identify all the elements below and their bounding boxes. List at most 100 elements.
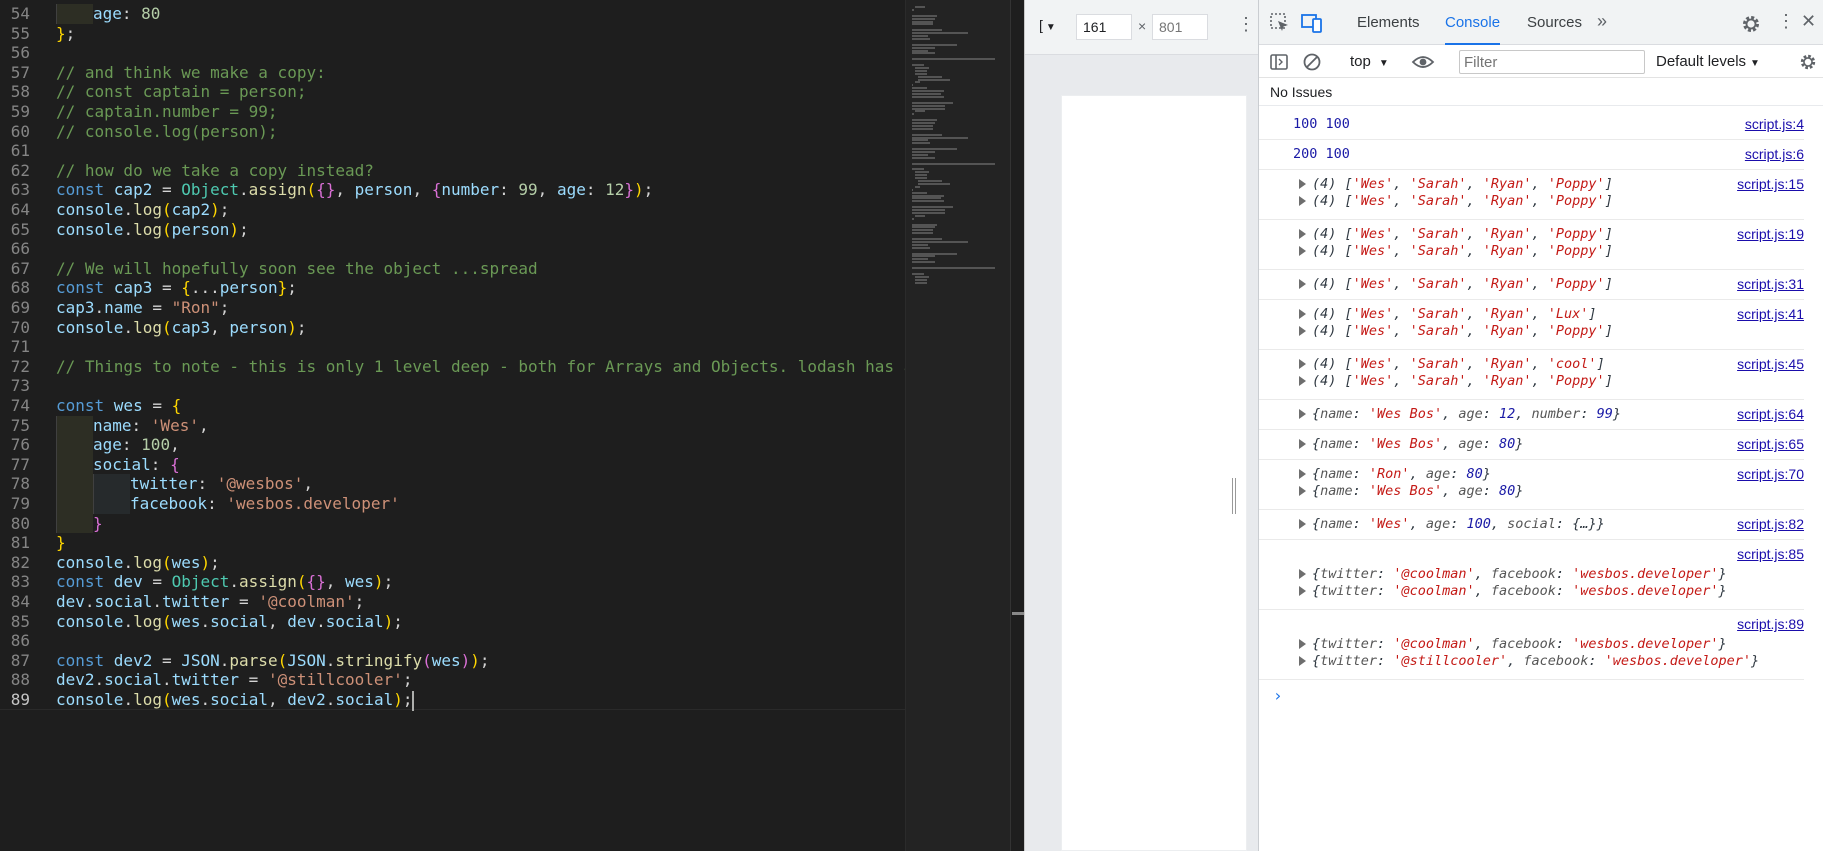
source-link[interactable]: script.js:6 [1745,144,1804,164]
code-line[interactable]: 69 cap3.name = "Ron"; [0,298,905,318]
code-line[interactable]: 73 [0,376,905,396]
code-line[interactable]: 67 // We will hopefully soon see the obje… [0,259,905,279]
log-levels-select[interactable]: Default levels ▼ [1656,53,1760,70]
expand-triangle-icon[interactable] [1299,229,1306,239]
object-preview[interactable]: {twitter: '@stillcooler', facebook: 'wes… [1299,651,1759,671]
expand-triangle-icon[interactable] [1299,569,1306,579]
editor-scrollbar[interactable] [1010,0,1024,851]
array-preview[interactable]: (4) ['Wes', 'Sarah', 'Ryan', 'Poppy'] [1299,191,1613,211]
source-link[interactable]: script.js:15 [1737,174,1804,194]
clear-console-icon[interactable] [1302,52,1322,72]
expand-triangle-icon[interactable] [1299,359,1306,369]
object-preview[interactable]: {name: 'Wes Bos', age: 80} [1299,434,1523,454]
console-message[interactable]: script.js:45 (4) ['Wes', 'Sarah', 'Ryan',… [1259,350,1804,400]
code-line[interactable]: 87 const dev2 = JSON.parse(JSON.stringify… [0,651,905,671]
expand-triangle-icon[interactable] [1299,246,1306,256]
scrollbar-thumb[interactable] [1012,612,1024,615]
source-link[interactable]: script.js:45 [1737,354,1804,374]
code-line[interactable]: 81} [0,533,905,553]
code-line[interactable]: 57 // and think we make a copy: [0,63,905,83]
code-line[interactable]: 55}; [0,24,905,44]
rendered-page[interactable] [1061,95,1247,851]
expand-triangle-icon[interactable] [1299,639,1306,649]
source-link[interactable]: script.js:82 [1737,514,1804,534]
object-preview[interactable]: {name: 'Wes', age: 100, social: {…}} [1299,514,1605,534]
code-line[interactable]: 70 console.log(cap3, person); [0,318,905,338]
code-line[interactable]: 83 const dev = Object.assign({}, wes); [0,572,905,592]
source-link[interactable]: script.js:31 [1737,274,1804,294]
expand-triangle-icon[interactable] [1299,656,1306,666]
expand-triangle-icon[interactable] [1299,409,1306,419]
expand-triangle-icon[interactable] [1299,439,1306,449]
code-line[interactable]: 66 [0,239,905,259]
inspect-element-icon[interactable] [1269,12,1291,34]
expand-triangle-icon[interactable] [1299,179,1306,189]
console-message[interactable]: script.js:41 (4) ['Wes', 'Sarah', 'Ryan',… [1259,300,1804,350]
settings-gear-icon[interactable] [1741,14,1761,34]
minimap[interactable] [905,0,1010,851]
console-message[interactable]: script.js:6 200 100 [1259,140,1804,170]
live-expression-eye-icon[interactable] [1411,52,1435,72]
customize-menu-icon[interactable]: ⋮ [1777,11,1795,32]
panel-resize-handle[interactable] [1232,478,1236,514]
code-line[interactable]: 89 console.log(wes.social, dev2.social); [0,690,905,711]
code-line[interactable]: 88 dev2.social.twitter = '@stillcooler'; [0,670,905,690]
source-link[interactable]: script.js:4 [1745,114,1804,134]
array-preview[interactable]: (4) ['Wes', 'Sarah', 'Ryan', 'Poppy'] [1299,371,1613,391]
console-message[interactable]: script.js:15 (4) ['Wes', 'Sarah', 'Ryan',… [1259,170,1804,220]
code-line[interactable]: 61 [0,141,905,161]
array-preview[interactable]: (4) ['Wes', 'Sarah', 'Ryan', 'Poppy'] [1299,321,1613,341]
console-message[interactable]: script.js:65 {name: 'Wes Bos', age: 80} [1259,430,1804,460]
code-line[interactable]: 82 console.log(wes); [0,553,905,573]
more-tabs-icon[interactable]: » [1597,11,1607,32]
more-options-icon[interactable]: ⋮ [1237,14,1255,35]
code-line[interactable]: 58 // const captain = person; [0,82,905,102]
console-message[interactable]: script.js:85 {twitter: '@coolman', facebo… [1259,540,1804,610]
code-line[interactable]: 72 // Things to note - this is only 1 lev… [0,357,905,377]
code-line[interactable]: 54 age: 80 [0,4,905,24]
code-line[interactable]: 62 // how do we take a copy instead? [0,161,905,181]
expand-triangle-icon[interactable] [1299,279,1306,289]
source-link[interactable]: script.js:64 [1737,404,1804,424]
code-line[interactable]: 63 const cap2 = Object.assign({}, person,… [0,180,905,200]
console-message[interactable]: script.js:31 (4) ['Wes', 'Sarah', 'Ryan',… [1259,270,1804,300]
code-line[interactable]: 76 age: 100, [0,435,905,455]
code-line[interactable]: 64 console.log(cap2); [0,200,905,220]
tab-console[interactable]: Console [1445,0,1501,45]
console-message[interactable]: script.js:64 {name: 'Wes Bos', age: 12, n… [1259,400,1804,430]
array-preview[interactable]: (4) ['Wes', 'Sarah', 'Ryan', 'Poppy'] [1299,241,1613,261]
code-line[interactable]: 85 console.log(wes.social, dev.social); [0,612,905,632]
tab-sources[interactable]: Sources [1527,0,1582,45]
code-line[interactable]: 84 dev.social.twitter = '@coolman'; [0,592,905,612]
source-link[interactable]: script.js:89 [1737,614,1804,634]
code-line[interactable]: 78 twitter: '@wesbos', [0,474,905,494]
code-line[interactable]: 75 name: 'Wes', [0,415,905,436]
code-line[interactable]: 60 // console.log(person); [0,122,905,142]
object-preview[interactable]: {name: 'Wes Bos', age: 80} [1299,481,1523,501]
expand-triangle-icon[interactable] [1299,326,1306,336]
code-line[interactable]: 79 facebook: 'wesbos.developer' [0,494,905,514]
expand-triangle-icon[interactable] [1299,196,1306,206]
code-line[interactable]: 71 [0,337,905,357]
source-link[interactable]: script.js:65 [1737,434,1804,454]
source-link[interactable]: script.js:19 [1737,224,1804,244]
console-message[interactable]: script.js:4 100 100 [1259,110,1804,140]
array-preview[interactable]: (4) ['Wes', 'Sarah', 'Ryan', 'Poppy'] [1299,274,1613,294]
code-line[interactable]: 80} [0,513,905,534]
console-message[interactable]: script.js:19 (4) ['Wes', 'Sarah', 'Ryan',… [1259,220,1804,270]
viewport-width-input[interactable] [1076,14,1132,40]
console-settings-icon[interactable] [1799,53,1817,71]
code-line[interactable]: 56 [0,43,905,63]
tab-elements[interactable]: Elements [1357,0,1420,45]
close-icon[interactable]: ✕ [1801,11,1816,32]
code-line[interactable]: 74 const wes = { [0,396,905,416]
code-area[interactable]: 54 age: 80 55}; 56 57// and think we make a … [0,0,905,851]
sidebar-toggle-icon[interactable] [1269,52,1289,72]
object-preview[interactable]: {name: 'Wes Bos', age: 12, number: 99} [1299,404,1621,424]
context-select[interactable]: top ▼ [1350,53,1389,70]
code-editor[interactable]: 54 age: 80 55}; 56 57// and think we make a … [0,0,1024,851]
console-message[interactable]: script.js:82 {name: 'Wes', age: 100, soci… [1259,510,1804,540]
console-filter-input[interactable] [1459,50,1645,74]
device-select[interactable]: [▼ [1039,17,1056,33]
console-prompt-icon[interactable]: › [1273,686,1283,705]
